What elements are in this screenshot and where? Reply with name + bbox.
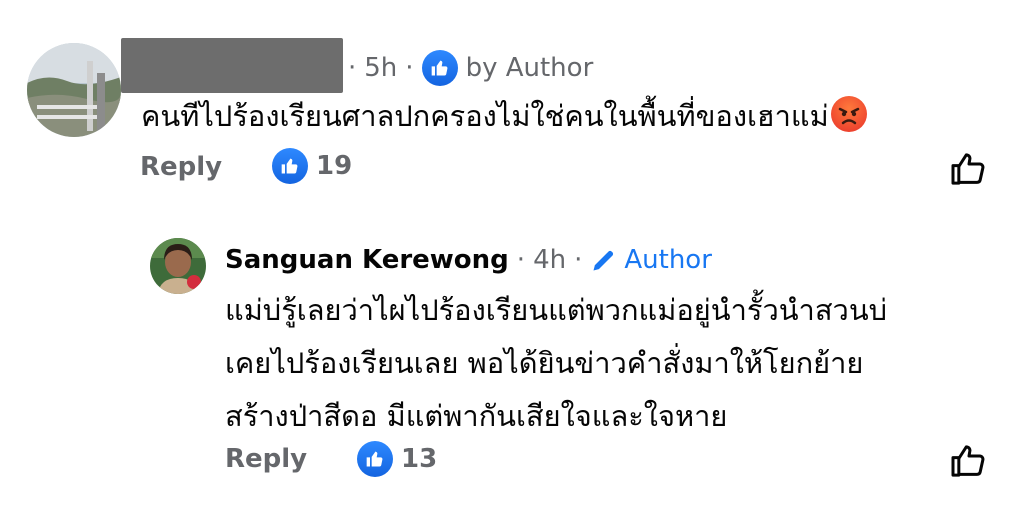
author-badge: Author [624, 245, 712, 275]
reply-author-name[interactable]: Sanguan Kerewong [225, 245, 509, 275]
separator-dot: · [348, 53, 357, 83]
comment-time[interactable]: 5h [364, 53, 397, 83]
separator-dot: · [516, 245, 526, 275]
reply-text-line: แม่บ่รู้เลยว่าไผไปร้องเรียนแต่พวกแม่อยู่… [225, 293, 888, 327]
like-count-value: 19 [316, 151, 353, 181]
comment-like-count[interactable]: 19 [272, 148, 352, 184]
author-like-icon [421, 50, 458, 86]
reply-meta: Sanguan Kerewong · 4h · Author [225, 242, 712, 278]
reply-text-line: เคยไปร้องเรียนเลย พอได้ยินข่าวคำสั่งมาให… [225, 346, 864, 380]
reply-button[interactable]: Reply [225, 444, 307, 474]
reply-button[interactable]: Reply [140, 152, 222, 182]
separator-dot: · [405, 53, 414, 83]
reply-text: แม่บ่รู้เลยว่าไผไปร้องเรียนแต่พวกแม่อยู่… [225, 284, 887, 443]
by-author-label: by Author [465, 53, 594, 83]
like-reaction-icon [272, 148, 308, 184]
comment-text: คนทีไปร้องเรียนศาลปกครองไม่ใช่คนในพื้นที… [141, 90, 867, 143]
reply-text-line: สร้างป่าสีดอ มีแต่พากันเสียใจและใจหาย [225, 399, 728, 433]
comment-meta: · 5h · by Author [340, 50, 593, 86]
commenter-avatar[interactable] [27, 43, 121, 137]
separator-dot: · [574, 245, 583, 275]
like-button-outline-icon[interactable] [948, 441, 988, 481]
like-reaction-icon [357, 441, 393, 477]
like-count-value: 13 [401, 444, 438, 474]
reply-like-count[interactable]: 13 [357, 441, 437, 477]
pencil-icon [590, 246, 618, 274]
like-button-outline-icon[interactable] [948, 149, 988, 189]
angry-face-icon [830, 96, 867, 132]
replier-avatar[interactable] [150, 238, 206, 294]
reply-time[interactable]: 4h [533, 245, 566, 275]
commenter-name-redacted [121, 38, 343, 93]
